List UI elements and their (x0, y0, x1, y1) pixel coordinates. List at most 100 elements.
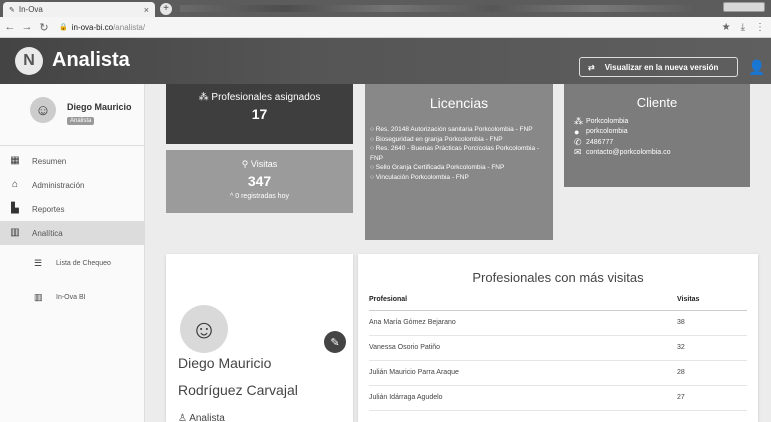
sidebar-subitem-label: Lista de Chequeo (56, 259, 111, 267)
sidebar-item-analitica[interactable]: ▥ Analítica (0, 221, 145, 245)
top-visits-table: Profesional Visitas Ana María Gómez Beja… (369, 290, 747, 411)
table-row: Ana María Gómez Bejarano 38 (369, 310, 747, 336)
top-visits-card: Profesionales con más visitas Profesiona… (358, 254, 758, 422)
email-icon: ✉ (574, 147, 582, 158)
profile-role: ♙ Analista (178, 413, 225, 422)
reload-icon[interactable]: ↻ (37, 21, 51, 34)
list-item: ○ Res. 20148 Autorización sanitaria Pork… (370, 126, 533, 133)
list-icon: ☰ (34, 258, 43, 268)
table-row: Julián Idárraga Agudelo 27 (369, 385, 747, 411)
menu-icon[interactable]: ⋮ (755, 22, 765, 33)
address-bar: ← → ↻ 🔒 in-ova-bi.co/analista/ ★ ⤓ ⋮ (0, 17, 771, 38)
top-visits-title: Profesionales con más visitas (472, 270, 644, 285)
address-bar-actions: ★ ⤓ ⋮ (722, 22, 765, 33)
edit-profile-button[interactable]: ✎ (324, 331, 346, 353)
new-tab-button[interactable]: + (160, 3, 172, 15)
account-icon: ● (574, 126, 580, 137)
visitas-title: ⚲ Visitas (241, 159, 278, 169)
sidebar-item-resumen[interactable]: ▦ Resumen (0, 149, 145, 173)
profile-avatar: ☺ (180, 305, 228, 353)
profesionales-value: 17 (251, 106, 268, 122)
cell-name: Ana María Gómez Bejarano (369, 310, 677, 336)
sidebar-subitem-in-ova-bi[interactable]: ▥ In-Ova BI (0, 280, 145, 314)
sidebar-item-reportes[interactable]: ▙ Reportes (0, 197, 145, 221)
cell-name: Julián Idárraga Agudelo (369, 385, 677, 411)
home-icon: ⌂ (11, 179, 19, 190)
browser-tab-bar: ✎ In-Ova × + (0, 0, 771, 17)
tab-close-icon[interactable]: × (144, 5, 149, 15)
sidebar-user-role-badge: Analista (67, 117, 95, 125)
user-menu-icon[interactable]: 👤 (748, 59, 765, 76)
phone-icon: ✆ (574, 136, 582, 147)
table-row: Julián Mauricio Parra Araque 28 (369, 360, 747, 386)
sidebar-item-label: Administración (32, 180, 85, 190)
profesionales-card: ⁂ Profesionales asignados 17 (166, 84, 353, 144)
browser-tab[interactable]: ✎ In-Ova × (3, 2, 155, 17)
url-host: in-ova-bi.co (71, 22, 114, 32)
url-field[interactable]: 🔒 in-ova-bi.co/analista/ (59, 23, 145, 32)
list-item: ○ Sello Granja Certificada Porkcolombia … (370, 164, 505, 171)
list-item: ○ Vinculación Porkcolombia - FNP (370, 173, 469, 181)
list-item: ○ Res. 2640 - Buenas Prácticas Porcícola… (370, 145, 540, 162)
blurred-tabs (180, 5, 700, 12)
sidebar-subitem-label: In-Ova BI (56, 293, 86, 301)
sidebar-subitem-lista-chequeo[interactable]: ☰ Lista de Chequeo (0, 246, 145, 280)
back-icon[interactable]: ← (3, 21, 17, 33)
sidebar-user-name: Diego Mauricio (67, 102, 132, 112)
swap-arrows-icon: ⇄ (588, 62, 595, 72)
profile-card: ☺ ✎ Diego Mauricio Rodríguez Carvajal ♙ … (166, 254, 353, 422)
forward-icon[interactable]: → (20, 21, 34, 33)
cliente-phone-row: ✆ 2486777 (574, 136, 614, 147)
bookmark-star-icon[interactable]: ★ (722, 22, 731, 33)
favicon-icon: ✎ (9, 6, 15, 14)
cell-visits: 28 (677, 360, 747, 386)
profesionales-title: ⁂ Profesionales asignados (198, 92, 321, 103)
cliente-email-row: ✉ contacto@porkcolombia.co (574, 147, 671, 158)
column-header-profesional: Profesional (369, 290, 677, 311)
new-version-label: Visualizar en la nueva versión (604, 62, 719, 72)
sidebar-submenu: ☰ Lista de Chequeo ▥ In-Ova BI (0, 246, 145, 314)
window-controls[interactable] (723, 2, 765, 12)
app-title: Analista (52, 49, 130, 71)
chart-icon: ▥ (10, 227, 20, 238)
profile-first-name: Diego Mauricio (178, 355, 272, 371)
table-row: Vanessa Osorio Patiño 32 (369, 335, 747, 361)
lock-icon: 🔒 (59, 24, 68, 31)
sidebar-item-label: Analítica (32, 228, 63, 238)
cell-visits: 38 (677, 310, 747, 336)
url-path: /analista/ (113, 22, 146, 32)
new-version-button[interactable]: ⇄ Visualizar en la nueva versión (579, 57, 738, 77)
cliente-name-row: ⁂ Porkcolombia (574, 115, 629, 126)
tab-title: In-Ova (18, 5, 43, 14)
sidebar-menu: ▦ Resumen ⌂ Administración ▙ Reportes ▥ … (0, 149, 145, 245)
cliente-user-row: ● porkcolombia (574, 126, 628, 137)
visitas-value: 347 (247, 173, 272, 189)
location-icon: ⚲ (241, 159, 251, 169)
sidebar-item-label: Reportes (32, 204, 65, 214)
sidebar-profile: ☺ Diego Mauricio Analista (0, 84, 144, 146)
group-icon: ⁂ (198, 92, 212, 103)
column-header-visitas: Visitas (677, 290, 747, 311)
cell-name: Julián Mauricio Parra Araque (369, 360, 677, 386)
pencil-icon: ✎ (330, 336, 340, 349)
licencias-title: Licencias (429, 95, 489, 111)
licencias-card: Licencias ○ Res. 20148 Autorización sani… (365, 84, 553, 240)
people-icon: ⁂ (574, 115, 583, 126)
list-item: ○ Bioseguridad en granja Porkcolombia - … (370, 135, 503, 143)
cliente-card: Cliente ⁂ Porkcolombia ● porkcolombia ✆ 248… (564, 84, 750, 187)
licencias-list: ○ Res. 20148 Autorización sanitaria Pork… (365, 125, 553, 182)
visitas-sub: ^ 0 registradas hoy (230, 193, 289, 200)
person-icon: ♙ (178, 413, 190, 422)
app-logo-icon: N (15, 47, 43, 75)
profile-last-name: Rodríguez Carvajal (178, 382, 298, 398)
avatar: ☺ (30, 97, 56, 123)
sidebar-item-label: Resumen (32, 156, 67, 166)
table-header-row: Profesional Visitas (369, 290, 747, 311)
file-icon: ▙ (11, 203, 19, 214)
cell-visits: 27 (677, 385, 747, 411)
sidebar-item-administracion[interactable]: ⌂ Administración (0, 173, 145, 197)
download-icon[interactable]: ⤓ (741, 22, 745, 33)
cell-visits: 32 (677, 335, 747, 361)
visitas-card: ⚲ Visitas 347 ^ 0 registradas hoy (166, 150, 353, 213)
sidebar: ☺ Diego Mauricio Analista ▦ Resumen ⌂ Ad… (0, 84, 145, 422)
